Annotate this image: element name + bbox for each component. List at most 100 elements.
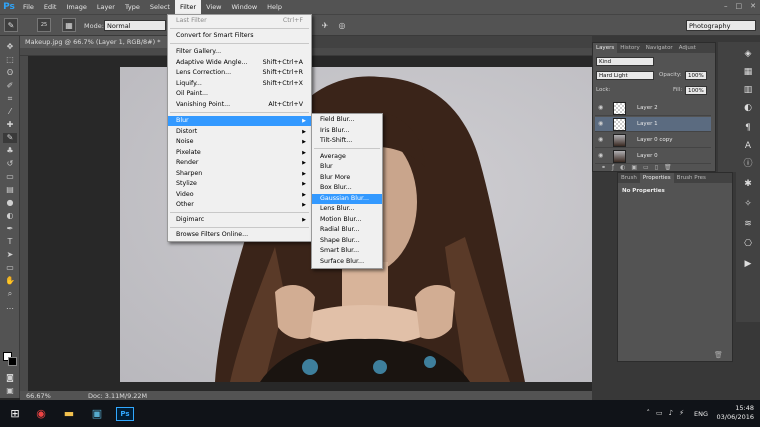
brush-preset-picker[interactable]: 25	[37, 18, 51, 32]
trash-icon[interactable]: 🗑	[714, 351, 723, 359]
menu-item-oil-paint[interactable]: Oil Paint...	[168, 89, 311, 99]
tab-layers[interactable]: Layers	[593, 43, 618, 53]
menu-item-convert-smart-filters[interactable]: Convert for Smart Filters	[168, 31, 311, 41]
menu-item-noise[interactable]: Noise ▶	[168, 137, 311, 147]
windows-start-icon[interactable]: ⊞	[4, 400, 26, 427]
path-select-tool-icon[interactable]: ➤	[3, 250, 17, 260]
hand-tool-icon[interactable]: ✋	[3, 276, 17, 286]
menu-item-adaptive-wide-angle[interactable]: Adaptive Wide Angle... Shift+Ctrl+A	[168, 58, 311, 68]
menu-item-last-filter[interactable]: Last Filter Ctrl+F	[168, 16, 311, 26]
layer-row-selected[interactable]: ◉ Layer 1	[595, 117, 711, 132]
menu-view[interactable]: View	[201, 0, 226, 14]
dodge-tool-icon[interactable]: ◐	[3, 211, 17, 221]
menu-item-browse-filters-online[interactable]: Browse Filters Online...	[168, 230, 311, 240]
more-tools-icon[interactable]: …	[3, 302, 17, 312]
eyedropper-tool-icon[interactable]: ⁄	[3, 107, 17, 117]
lasso-tool-icon[interactable]: ʘ	[3, 68, 17, 78]
paths-panel-icon[interactable]: ✧	[742, 198, 754, 210]
workspace-select[interactable]: Photography	[686, 20, 756, 31]
layer-filter-kind[interactable]: Kind	[596, 57, 654, 66]
language-indicator[interactable]: ENG	[694, 410, 708, 418]
blend-mode-select[interactable]: Hard Light	[596, 71, 654, 80]
menu-item-filter-gallery[interactable]: Filter Gallery...	[168, 47, 311, 57]
submenu-item-lens-blur[interactable]: Lens Blur...	[312, 204, 382, 214]
submenu-item-average[interactable]: Average	[312, 152, 382, 162]
zoom-tool-icon[interactable]: ⌕	[3, 289, 17, 299]
submenu-item-gaussian-blur[interactable]: Gaussian Blur...	[312, 193, 382, 204]
crop-tool-icon[interactable]: ⌗	[3, 94, 17, 104]
submenu-item-iris-blur[interactable]: Iris Blur...	[312, 126, 382, 136]
clone-source-panel-icon[interactable]: ⎔	[742, 238, 754, 250]
submenu-item-surface-blur[interactable]: Surface Blur...	[312, 257, 382, 267]
menu-item-sharpen[interactable]: Sharpen ▶	[168, 169, 311, 179]
chrome-icon[interactable]: ◉	[30, 400, 52, 427]
shape-tool-icon[interactable]: ▭	[3, 263, 17, 273]
menu-item-stylize[interactable]: Stylize ▶	[168, 179, 311, 189]
menu-file[interactable]: File	[18, 0, 39, 14]
submenu-item-blur-more[interactable]: Blur More	[312, 173, 382, 183]
info-panel-icon[interactable]: ⓘ	[742, 158, 754, 170]
menu-window[interactable]: Window	[227, 0, 263, 14]
file-explorer-icon[interactable]: ▬	[58, 400, 80, 427]
submenu-item-field-blur[interactable]: Field Blur...	[312, 115, 382, 125]
pen-tool-icon[interactable]: ✒	[3, 224, 17, 234]
submenu-item-radial-blur[interactable]: Radial Blur...	[312, 225, 382, 235]
history-brush-tool-icon[interactable]: ↺	[3, 159, 17, 169]
marquee-tool-icon[interactable]: ⬚	[3, 55, 17, 65]
menu-item-vanishing-point[interactable]: Vanishing Point... Alt+Ctrl+V	[168, 100, 311, 110]
visibility-eye-icon[interactable]: ◉	[598, 153, 606, 159]
vertical-ruler[interactable]	[20, 56, 28, 391]
move-tool-icon[interactable]: ✥	[3, 42, 17, 52]
clone-stamp-tool-icon[interactable]: ♣	[3, 146, 17, 156]
menu-item-render[interactable]: Render ▶	[168, 158, 311, 168]
layer-actions-icons[interactable]: ⚭ƒ◐▣▭▯🗑	[601, 164, 678, 171]
paragraph-panel-icon[interactable]: ¶	[742, 122, 754, 134]
eraser-tool-icon[interactable]: ▭	[3, 172, 17, 182]
visibility-eye-icon[interactable]: ◉	[598, 121, 606, 127]
visibility-eye-icon[interactable]: ◉	[598, 137, 606, 143]
background-color-swatch[interactable]	[8, 357, 17, 366]
actions-panel-icon[interactable]: ▶	[742, 258, 754, 270]
color-panel-icon[interactable]: ▦	[742, 66, 754, 78]
maximize-button[interactable]: □	[736, 2, 743, 10]
3d-panel-icon[interactable]: ◈	[742, 48, 754, 60]
menu-layer[interactable]: Layer	[92, 0, 120, 14]
airbrush-icon[interactable]: ✈	[318, 18, 332, 32]
menu-filter[interactable]: Filter	[174, 0, 202, 14]
document-tab[interactable]: Makeup.jpg @ 66.7% (Layer 1, RGB/8#) * ×	[20, 36, 177, 48]
photoshop-taskbar-icon[interactable]: Ps	[114, 400, 136, 427]
zoom-level[interactable]: 66.67%	[26, 392, 51, 400]
pressure-icon[interactable]: ◎	[335, 18, 349, 32]
tab-history[interactable]: History	[617, 43, 643, 53]
layer-row[interactable]: ◉ Layer 0	[595, 149, 711, 164]
app-icon[interactable]: ▣	[86, 400, 108, 427]
swatches-panel-icon[interactable]: ▥	[742, 84, 754, 96]
close-button[interactable]: ✕	[750, 2, 756, 10]
tab-brush-presets[interactable]: Brush Pres	[674, 173, 709, 183]
gradient-tool-icon[interactable]: ▤	[3, 185, 17, 195]
system-tray-icons[interactable]: ˄▭♪⚡	[647, 409, 691, 417]
brush-tool-icon[interactable]: ✎	[4, 18, 18, 32]
menu-select[interactable]: Select	[145, 0, 175, 14]
submenu-item-tilt-shift[interactable]: Tilt-Shift...	[312, 136, 382, 146]
tab-brush[interactable]: Brush	[618, 173, 640, 183]
layer-row[interactable]: ◉ Layer 2	[595, 101, 711, 116]
mode-select[interactable]: Normal	[104, 20, 166, 31]
healing-tool-icon[interactable]: ✚	[3, 120, 17, 130]
menu-help[interactable]: Help	[262, 0, 287, 14]
menu-item-lens-correction[interactable]: Lens Correction... Shift+Ctrl+R	[168, 68, 311, 78]
submenu-item-blur[interactable]: Blur	[312, 162, 382, 172]
menu-image[interactable]: Image	[61, 0, 91, 14]
screen-mode-icon[interactable]: ▣	[3, 386, 17, 396]
menu-item-other[interactable]: Other ▶	[168, 200, 311, 210]
menu-item-digimarc[interactable]: Digimarc ▶	[168, 215, 311, 225]
blur-tool-icon[interactable]: ●	[3, 198, 17, 208]
fill-input[interactable]: 100%	[685, 86, 707, 95]
brush-panel-icon[interactable]: ▦	[62, 18, 76, 32]
submenu-item-box-blur[interactable]: Box Blur...	[312, 183, 382, 193]
minimize-button[interactable]: –	[724, 2, 728, 10]
tab-adjust[interactable]: Adjust	[676, 43, 699, 53]
submenu-item-smart-blur[interactable]: Smart Blur...	[312, 246, 382, 256]
menu-type[interactable]: Type	[120, 0, 145, 14]
character-panel-icon[interactable]: A	[742, 140, 754, 152]
